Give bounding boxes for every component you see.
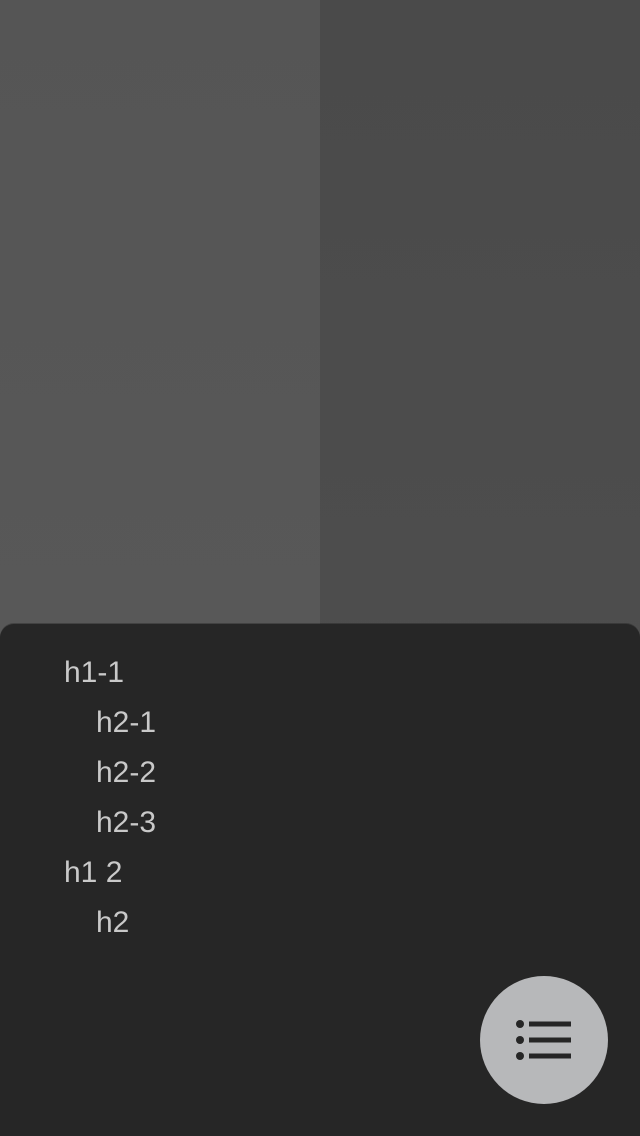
toc-item-h2-2[interactable]: h2-2: [0, 748, 640, 798]
list-icon: [516, 1020, 571, 1060]
toc-toggle-button[interactable]: [480, 976, 608, 1104]
toc-item-h1-2[interactable]: h1 2: [0, 848, 640, 898]
toc-item-h1-1[interactable]: h1-1: [0, 648, 640, 698]
toc-list: h1-1 h2-1 h2-2 h2-3 h1 2 h2: [0, 624, 640, 948]
toc-item-h2[interactable]: h2: [0, 898, 640, 948]
app-screen: h1-1 h2-1 h2-2 h2-3 h1 2 h2: [0, 0, 640, 1136]
toc-item-h2-3[interactable]: h2-3: [0, 798, 640, 848]
toc-item-h2-1[interactable]: h2-1: [0, 698, 640, 748]
